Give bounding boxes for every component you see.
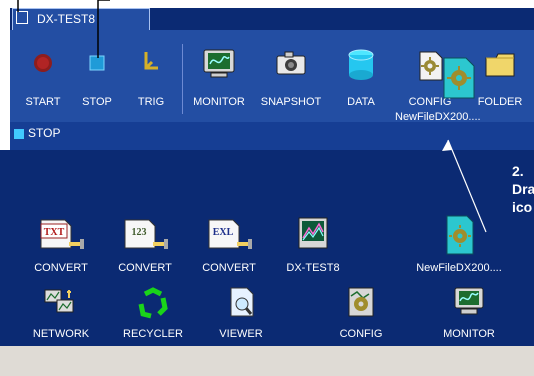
desktop-icon-label: CONFIG [339, 328, 383, 340]
desktop-icon-label: VIEWER [219, 328, 263, 340]
desktop-icon-label: CONVERT [202, 262, 256, 274]
chart-window-icon [298, 217, 328, 249]
excel-convert-icon: EXL [208, 219, 252, 249]
desktop-icon-label: RECYCLER [123, 328, 183, 340]
network-icon [44, 289, 74, 313]
desktop-icon-monitor[interactable]: MONITOR [426, 284, 512, 346]
desktop-icon-viewer[interactable]: VIEWER [198, 284, 284, 346]
txt-convert-icon: TXT [40, 219, 84, 249]
desktop-icon-recycler[interactable]: RECYCLER [110, 284, 196, 346]
viewer-icon [230, 287, 254, 317]
monitor-icon [454, 287, 484, 315]
desktop-icon-dx-test8[interactable]: DX-TEST8 [270, 214, 356, 284]
recycle-icon [138, 287, 168, 319]
config-file-icon [446, 215, 474, 255]
desktop-icon-label: MONITOR [443, 328, 495, 340]
config-icon [348, 287, 374, 317]
desktop-icon-label: NETWORK [32, 328, 90, 340]
desktop-icon-label: NewFileDX200.... [416, 262, 502, 274]
desktop-icon-convert-123[interactable]: 123 CONVERT [102, 214, 188, 284]
desktop-icon-label: CONVERT [34, 262, 88, 274]
lotus-badge-text: 123 [132, 227, 147, 238]
desktop-icon-convert-txt[interactable]: TXT CONVERT [18, 214, 104, 284]
desktop-icon-convert-exl[interactable]: EXL CONVERT [186, 214, 272, 284]
desktop-icon-label: DX-TEST8 [286, 262, 340, 274]
desktop-icon-network[interactable]: NETWORK [18, 284, 104, 346]
bottom-bar [0, 346, 534, 376]
excel-badge-text: EXL [213, 227, 234, 238]
desktop-icon-label: CONVERT [118, 262, 172, 274]
desktop-icon-config[interactable]: CONFIG [318, 284, 404, 346]
desktop-icon-newfile[interactable]: NewFileDX200.... [416, 214, 502, 284]
lotus-convert-icon: 123 [124, 219, 168, 249]
txt-badge-text: TXT [44, 227, 65, 238]
